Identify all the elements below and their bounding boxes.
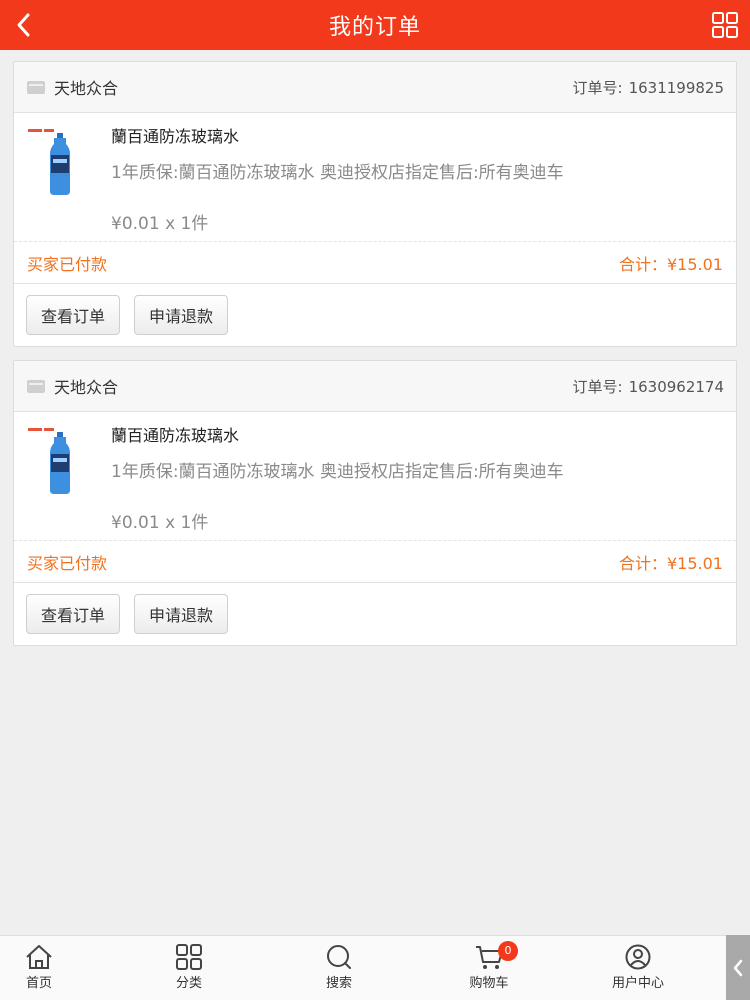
product-name: 蘭百通防冻玻璃水 [111, 127, 240, 146]
chevron-left-icon [17, 13, 30, 37]
order-actions: 查看订单 申请退款 [14, 583, 736, 645]
request-refund-button[interactable]: 申请退款 [134, 594, 229, 634]
menu-button[interactable] [712, 12, 738, 38]
user-icon [625, 944, 651, 970]
tab-search-label: 搜索 [325, 976, 352, 991]
home-icon [26, 945, 52, 969]
tab-user-center[interactable]: 用户中心 [588, 936, 688, 1000]
order-number-value: 1631199825 [628, 78, 724, 97]
order-item[interactable]: 蘭百通防冻玻璃水 1年质保:蘭百通防冻玻璃水 奥迪授权店指定售后:所有奥迪车 ¥… [14, 412, 736, 541]
side-expand-handle[interactable] [726, 935, 750, 1000]
order-number: 订单号: 1631199825 [573, 77, 725, 98]
grid-icon [712, 12, 738, 38]
shop-name[interactable]: 天地众合 [54, 374, 573, 398]
product-image [28, 129, 70, 195]
order-actions: 查看订单 申请退款 [14, 284, 736, 346]
request-refund-button[interactable]: 申请退款 [134, 295, 229, 335]
shop-icon [27, 81, 45, 94]
product-description: 1年质保:蘭百通防冻玻璃水 奥迪授权店指定售后:所有奥迪车 [111, 163, 564, 183]
order-summary: 买家已付款 合计：¥15.01 [14, 242, 736, 284]
order-number-label: 订单号: [572, 78, 623, 97]
view-order-button[interactable]: 查看订单 [26, 594, 121, 634]
bottom-tab-bar: 首页 分类 搜索 0 购物车 用户中心 [0, 935, 750, 1000]
product-image [28, 428, 70, 494]
order-card: 天地众合 订单号: 1631199825 蘭百通防冻玻璃水 1年质保:蘭百通防冻玻… [13, 61, 737, 347]
view-order-button[interactable]: 查看订单 [26, 295, 121, 335]
order-number-label: 订单号: [572, 377, 623, 396]
cart-badge: 0 [498, 941, 518, 961]
page-title: 我的订单 [328, 15, 421, 40]
shop-icon [27, 380, 45, 393]
category-icon [176, 944, 202, 970]
tab-home-label: 首页 [25, 976, 52, 991]
order-summary: 买家已付款 合计：¥15.01 [14, 541, 736, 583]
search-icon [327, 945, 351, 969]
top-bar: 我的订单 [0, 0, 750, 50]
back-button[interactable] [10, 10, 40, 40]
order-total: 合计：¥15.01 [619, 553, 723, 573]
order-item[interactable]: 蘭百通防冻玻璃水 1年质保:蘭百通防冻玻璃水 奥迪授权店指定售后:所有奥迪车 ¥… [14, 113, 736, 242]
tab-cart[interactable]: 0 购物车 [439, 936, 539, 1000]
product-name: 蘭百通防冻玻璃水 [111, 426, 240, 445]
shop-name[interactable]: 天地众合 [54, 75, 573, 99]
order-number-value: 1630962174 [628, 377, 724, 396]
order-total: 合计：¥15.01 [619, 254, 723, 274]
tab-category[interactable]: 分类 [139, 936, 239, 1000]
order-header: 天地众合 订单号: 1631199825 [14, 62, 736, 113]
tab-search[interactable]: 搜索 [289, 936, 389, 1000]
order-status: 买家已付款 [27, 553, 108, 573]
product-price-qty: ¥0.01 x 1件 [111, 214, 209, 234]
tab-category-label: 分类 [175, 976, 202, 991]
tab-home[interactable]: 首页 [0, 936, 89, 1000]
order-list: 天地众合 订单号: 1631199825 蘭百通防冻玻璃水 1年质保:蘭百通防冻玻… [13, 61, 737, 659]
product-description: 1年质保:蘭百通防冻玻璃水 奥迪授权店指定售后:所有奥迪车 [111, 462, 564, 482]
order-number: 订单号: 1630962174 [573, 376, 725, 397]
order-card: 天地众合 订单号: 1630962174 蘭百通防冻玻璃水 1年质保:蘭百通防冻玻… [13, 360, 737, 646]
chevron-left-icon [733, 959, 743, 976]
order-header: 天地众合 订单号: 1630962174 [14, 361, 736, 412]
order-status: 买家已付款 [27, 254, 108, 274]
product-price-qty: ¥0.01 x 1件 [111, 513, 209, 533]
tab-cart-label: 购物车 [469, 976, 509, 991]
tab-user-center-label: 用户中心 [611, 976, 664, 991]
